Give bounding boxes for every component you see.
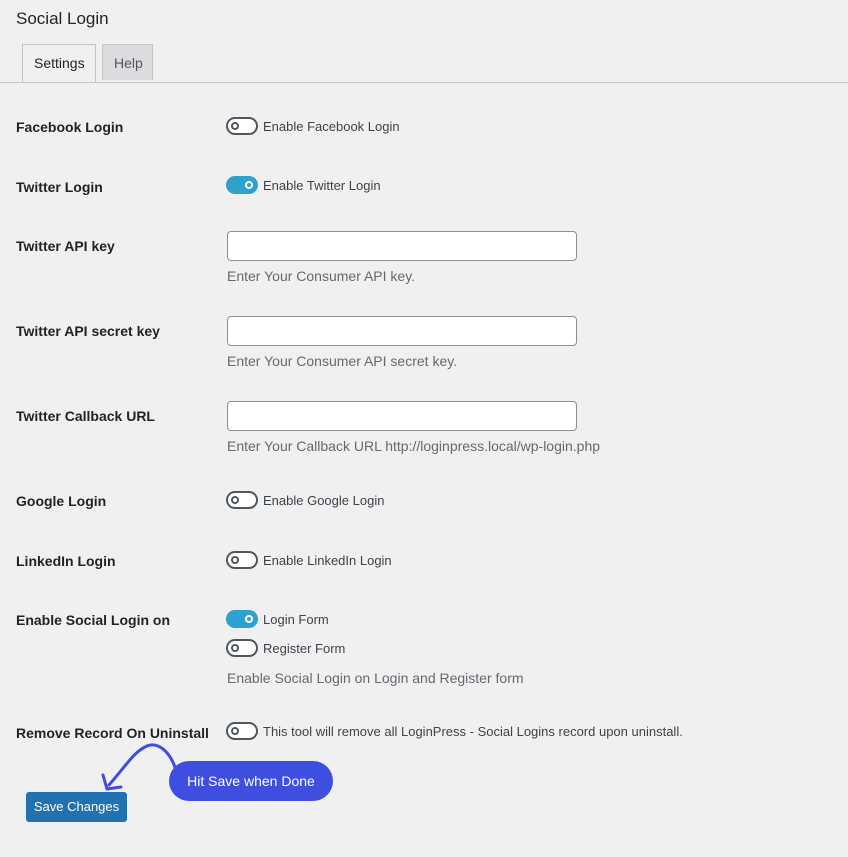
twitter-callback-description: Enter Your Callback URL http://loginpres… (227, 438, 601, 454)
twitter-login-toggle[interactable] (226, 176, 258, 194)
toggle-knob (231, 556, 239, 564)
linkedin-login-toggle[interactable] (226, 551, 258, 569)
remove-record-toggle-label[interactable]: This tool will remove all LoginPress - S… (263, 724, 683, 739)
toggle-knob (231, 496, 239, 504)
twitter-login-toggle-label[interactable]: Enable Twitter Login (263, 178, 381, 193)
enable-social-login-on-label: Enable Social Login on (16, 612, 171, 628)
toggle-knob (245, 615, 253, 623)
twitter-api-key-input[interactable] (227, 231, 577, 261)
google-login-label: Google Login (16, 493, 107, 509)
twitter-callback-label: Twitter Callback URL (16, 408, 155, 424)
enable-social-login-description: Enable Social Login on Login and Registe… (227, 670, 524, 686)
save-hint-callout: Hit Save when Done (169, 761, 333, 801)
tab-help[interactable]: Help (102, 44, 153, 80)
toggle-knob (231, 122, 239, 130)
facebook-login-toggle[interactable] (226, 117, 258, 135)
linkedin-login-label: LinkedIn Login (16, 553, 116, 569)
toggle-knob (231, 644, 239, 652)
twitter-api-secret-description: Enter Your Consumer API secret key. (227, 353, 458, 369)
remove-record-toggle[interactable] (226, 722, 258, 740)
google-login-toggle-label[interactable]: Enable Google Login (263, 493, 384, 508)
twitter-callback-input[interactable] (227, 401, 577, 431)
twitter-api-key-label: Twitter API key (16, 238, 115, 254)
tab-settings[interactable]: Settings (22, 44, 96, 82)
twitter-api-key-description: Enter Your Consumer API key. (227, 268, 416, 284)
twitter-login-label: Twitter Login (16, 179, 103, 195)
login-form-toggle[interactable] (226, 610, 258, 628)
google-login-toggle[interactable] (226, 491, 258, 509)
facebook-login-label: Facebook Login (16, 119, 124, 135)
toggle-knob (231, 727, 239, 735)
twitter-api-secret-input[interactable] (227, 316, 577, 346)
save-changes-button[interactable]: Save Changes (26, 792, 127, 822)
linkedin-login-toggle-label[interactable]: Enable LinkedIn Login (263, 553, 392, 568)
tab-bar: Settings Help (0, 44, 848, 83)
register-form-toggle[interactable] (226, 639, 258, 657)
page-title: Social Login (16, 9, 109, 28)
register-form-toggle-label[interactable]: Register Form (263, 641, 345, 656)
twitter-api-secret-label: Twitter API secret key (16, 323, 160, 339)
login-form-toggle-label[interactable]: Login Form (263, 612, 329, 627)
toggle-knob (245, 181, 253, 189)
facebook-login-toggle-label[interactable]: Enable Facebook Login (263, 119, 400, 134)
